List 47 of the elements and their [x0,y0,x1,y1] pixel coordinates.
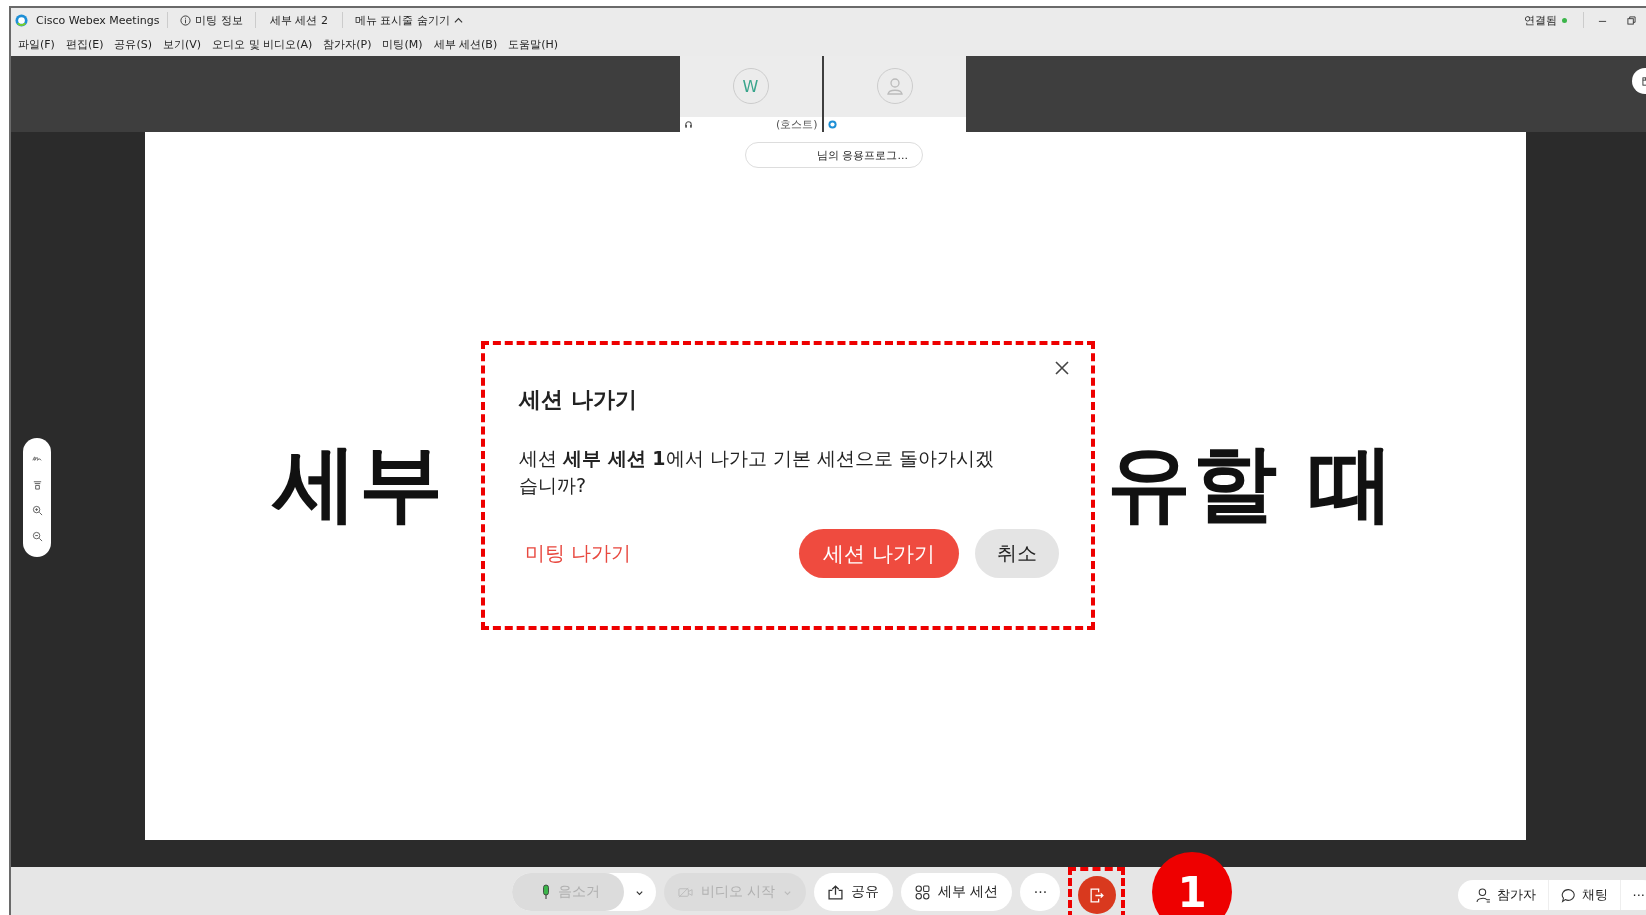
more-button[interactable]: ··· [1620,880,1646,910]
leave-meeting-link[interactable]: 미팅 나가기 [525,540,632,567]
dialog-title: 세션 나가기 [519,386,638,414]
menu-item[interactable]: 오디오 및 비디오(A) [207,36,318,52]
person-icon [1475,887,1491,903]
menu-item[interactable]: 파일(F) [13,36,60,52]
more-button[interactable]: ··· [1020,873,1061,911]
speech-bubble-icon [1560,887,1576,903]
step-badge: 1 [1152,852,1232,915]
menu-item[interactable]: 공유(S) [109,36,158,52]
highlighter-icon[interactable] [31,479,43,491]
upload-icon [828,884,843,900]
exit-door-icon [1089,887,1105,903]
hide-menu-button[interactable]: 메뉴 표시줄 숨기기 [350,12,467,28]
restore-icon [1627,15,1636,25]
zoom-out-icon[interactable] [31,530,43,542]
menu-item[interactable]: 보기(V) [158,36,207,52]
connection-status: 연결됨 [1524,12,1557,28]
participant-tile[interactable]: W (호스트) [679,56,822,132]
info-icon [180,14,192,26]
dialog-message: 세션 세부 세션 1에서 나가고 기본 세션으로 돌아가시겠습니까? [519,446,995,498]
app-title: Cisco Webex Meetings [36,13,160,27]
headset-icon [683,120,693,129]
menu-item[interactable]: 참가자(P) [318,36,377,52]
cancel-button[interactable]: 취소 [975,529,1059,578]
slide-heading: 세부 [273,433,445,534]
chevron-up-icon [453,15,463,25]
leave-button[interactable] [1077,876,1116,914]
breakout-session-button[interactable]: 세부 세션 [901,873,1013,911]
webex-logo-icon [827,120,837,129]
menu-item[interactable]: 미팅(M) [377,36,428,52]
host-label: (호스트) [775,117,818,132]
slide-heading: 유할 때 [1107,433,1397,534]
webex-logo-icon [15,13,28,27]
session-name: 세부 세션 2 [268,12,329,28]
menu-item[interactable]: 편집(E) [60,36,109,52]
zoom-in-icon[interactable] [31,504,43,516]
menu-item[interactable]: 도움말(H) [503,36,564,52]
participants-button[interactable]: 참가자 [1463,880,1549,910]
meeting-info-button[interactable]: 미팅 정보 [176,12,247,28]
microphone-icon [541,884,550,900]
close-button[interactable] [1055,361,1069,375]
leave-session-button[interactable]: 세션 나가기 [799,529,959,578]
chat-button[interactable]: 채팅 [1548,880,1621,910]
menu-item[interactable]: 세부 세션(B) [428,36,503,52]
share-button[interactable]: 공유 [814,873,893,911]
grid-icon [915,884,930,900]
